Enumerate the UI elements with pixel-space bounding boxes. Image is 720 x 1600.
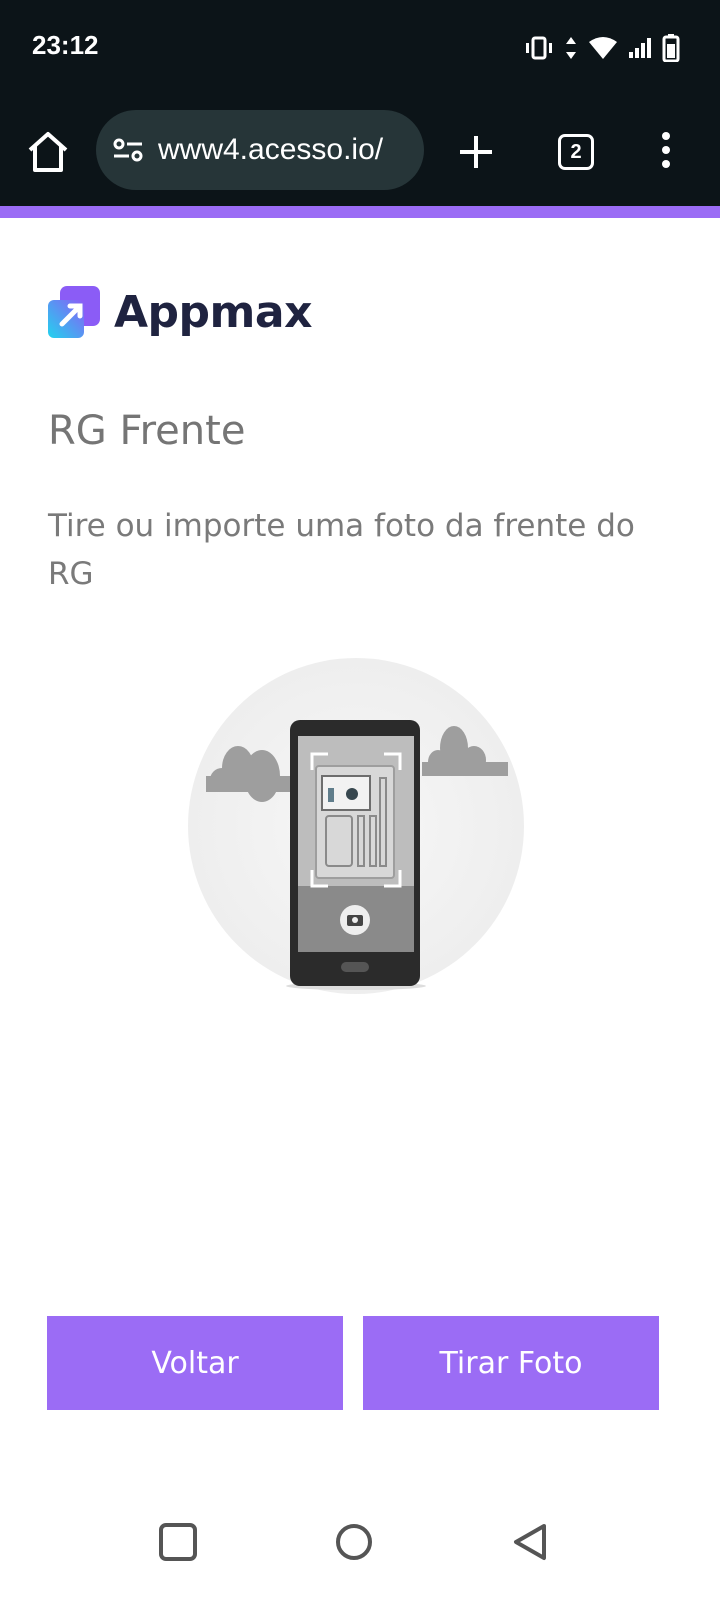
appmax-logo: Appmax xyxy=(48,286,312,338)
recents-icon[interactable] xyxy=(158,1522,198,1562)
browser-toolbar: www4.acesso.io/ 2 xyxy=(0,96,720,206)
phone-camera-id-illustration xyxy=(188,658,524,994)
home-icon[interactable] xyxy=(24,130,72,174)
tab-switcher-icon[interactable]: 2 xyxy=(558,134,594,170)
site-settings-icon[interactable] xyxy=(112,136,144,164)
status-bar: 23:12 xyxy=(0,0,720,96)
data-arrows-icon xyxy=(566,37,576,59)
status-icons xyxy=(524,32,680,64)
url-bar[interactable]: www4.acesso.io/ xyxy=(96,110,424,190)
back-triangle-icon[interactable] xyxy=(510,1522,550,1562)
take-photo-button[interactable]: Tirar Foto xyxy=(363,1316,659,1410)
signal-icon xyxy=(629,38,651,58)
url-text: www4.acesso.io/ xyxy=(158,133,384,166)
more-vert-icon[interactable] xyxy=(656,130,676,170)
battery-icon xyxy=(662,34,680,62)
progress-strip xyxy=(0,206,720,218)
status-time: 23:12 xyxy=(32,30,99,60)
appmax-logo-mark xyxy=(48,286,100,338)
logo-text: Appmax xyxy=(114,286,312,338)
new-tab-icon[interactable] xyxy=(456,132,496,172)
system-nav-bar xyxy=(0,1470,720,1600)
back-button[interactable]: Voltar xyxy=(47,1316,343,1410)
page-subtitle: Tire ou importe uma foto da frente do RG xyxy=(48,508,635,592)
phone-graphic xyxy=(290,720,420,986)
home-circle-icon[interactable] xyxy=(334,1522,374,1562)
page-title: RG Frente xyxy=(48,408,246,454)
wifi-icon xyxy=(589,37,617,59)
vibrate-icon xyxy=(526,36,552,60)
